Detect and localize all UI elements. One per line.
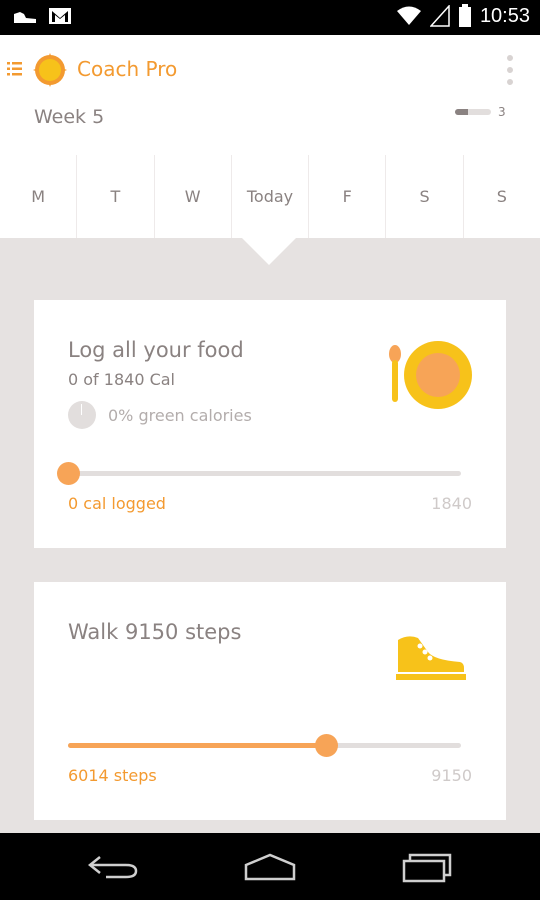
- app-header: Coach Pro Week 5 3: [0, 35, 540, 155]
- system-nav-bar: [0, 833, 540, 900]
- gmail-icon: [49, 8, 71, 24]
- wifi-icon: [396, 6, 421, 25]
- food-log-card[interactable]: Log all your food 0 of 1840 Cal 0% green…: [34, 300, 506, 548]
- sneaker-icon: [396, 636, 466, 680]
- steps-goal-label: 9150: [431, 766, 472, 785]
- plate-spoon-icon: [389, 341, 472, 409]
- calories-logged-label: 0 cal logged: [68, 494, 166, 513]
- sun-logo-icon: [33, 53, 67, 87]
- green-calories-row: 0% green calories: [68, 401, 252, 429]
- day-tabs: M T W Today F S S: [0, 155, 540, 238]
- battery-icon: [458, 4, 471, 27]
- walk-card-title: Walk 9150 steps: [68, 620, 242, 644]
- home-icon[interactable]: [242, 851, 298, 883]
- calories-goal-label: 1840: [431, 494, 472, 513]
- back-icon[interactable]: [86, 851, 142, 883]
- green-calories-text: 0% green calories: [108, 405, 252, 425]
- tab-friday[interactable]: F: [309, 155, 387, 238]
- overflow-menu-icon[interactable]: [506, 54, 514, 86]
- tab-saturday[interactable]: S: [386, 155, 464, 238]
- tab-tuesday[interactable]: T: [77, 155, 155, 238]
- tab-wednesday[interactable]: W: [155, 155, 232, 238]
- status-time: 10:53: [479, 4, 530, 27]
- week-progress-bar: [455, 109, 491, 115]
- week-progress-number: 3: [498, 105, 506, 119]
- selected-day-pointer: [241, 237, 297, 265]
- recent-apps-icon[interactable]: [400, 851, 456, 883]
- walk-steps-card[interactable]: Walk 9150 steps 6014 steps 9150: [34, 582, 506, 820]
- week-label: Week 5: [34, 106, 105, 128]
- week-progress-fill: [455, 109, 468, 115]
- tab-sunday[interactable]: S: [464, 155, 540, 238]
- steps-slider-knob[interactable]: [315, 734, 339, 757]
- tab-monday[interactable]: M: [0, 155, 78, 238]
- calories-slider-knob[interactable]: [57, 462, 80, 485]
- food-card-subtitle: 0 of 1840 Cal: [68, 370, 175, 389]
- app-title: Coach Pro: [77, 57, 178, 81]
- green-calories-pie-icon: [68, 401, 96, 429]
- signal-icon: [429, 5, 450, 27]
- calories-slider[interactable]: [57, 462, 461, 485]
- food-card-title: Log all your food: [68, 338, 244, 362]
- steps-count-label: 6014 steps: [68, 766, 157, 785]
- steps-slider-fill: [68, 743, 327, 748]
- tab-today[interactable]: Today: [232, 155, 310, 238]
- menu-list-icon[interactable]: [6, 60, 24, 78]
- steps-slider[interactable]: [68, 734, 461, 757]
- sneaker-notification-icon: [14, 12, 36, 23]
- status-bar: 10:53: [0, 0, 540, 35]
